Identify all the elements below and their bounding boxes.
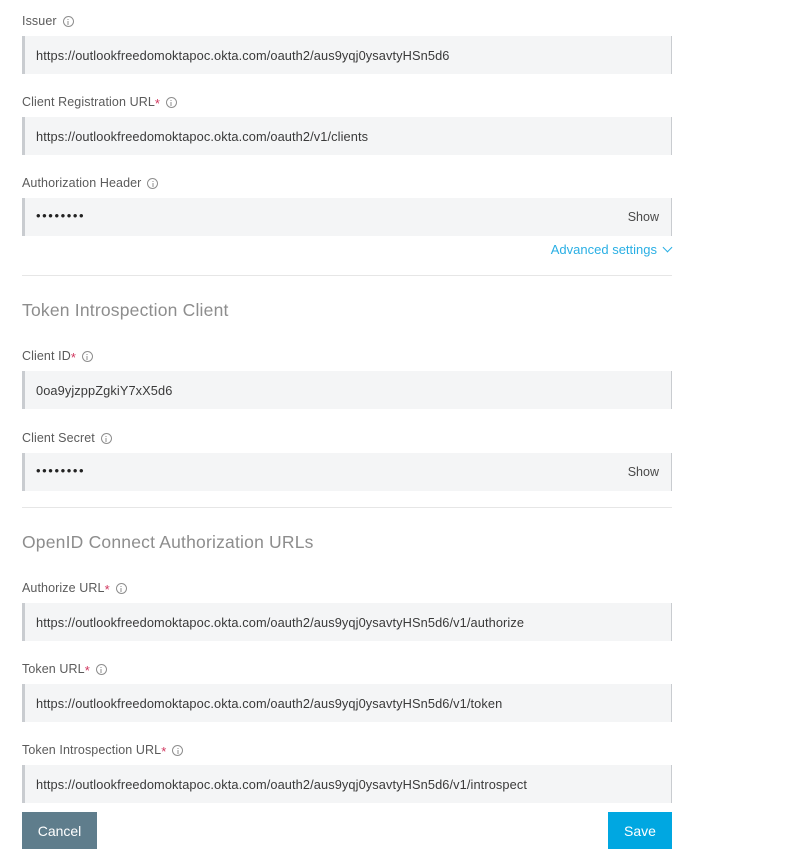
field-label-client-registration-url: Client Registration URL * (22, 95, 672, 110)
client-id-input[interactable]: 0oa9yjzppZgkiY7xX5d6 (22, 371, 672, 409)
info-icon[interactable] (147, 178, 159, 189)
label-text: Token Introspection URL (22, 743, 162, 757)
label-text: Client ID (22, 349, 71, 363)
info-icon[interactable] (172, 745, 184, 756)
client-registration-url-input-value: https://outlookfreedomoktapoc.okta.com/o… (36, 128, 369, 144)
required-asterisk: * (104, 581, 110, 597)
chevron-down-icon (664, 244, 672, 252)
field-label-token-introspection-url: Token Introspection URL * (22, 743, 672, 758)
label-text: Client Registration URL (22, 95, 155, 109)
label-text: Authorize URL (22, 581, 105, 595)
issuer-input[interactable]: https://outlookfreedomoktapoc.okta.com/o… (22, 36, 672, 74)
save-button[interactable]: Save (608, 812, 672, 849)
client-registration-url-input[interactable]: https://outlookfreedomoktapoc.okta.com/o… (22, 117, 672, 155)
required-asterisk: * (70, 349, 76, 365)
required-asterisk: * (84, 662, 90, 678)
section-divider (22, 507, 672, 508)
field-token-introspection-url: Token Introspection URL * https://outloo… (22, 743, 672, 803)
field-authorization-header: Authorization Header •••••••• Show (22, 176, 672, 236)
required-asterisk: * (161, 743, 167, 759)
field-label-issuer: Issuer (22, 14, 672, 29)
required-asterisk: * (154, 95, 160, 111)
advanced-settings-label: Advanced settings (550, 242, 657, 257)
show-client-secret-button[interactable]: Show (628, 465, 659, 479)
cancel-button[interactable]: Cancel (22, 812, 97, 849)
label-text: Client Secret (22, 431, 95, 445)
token-url-input-value: https://outlookfreedomoktapoc.okta.com/o… (36, 695, 503, 711)
label-text: Token URL (22, 662, 85, 676)
info-icon[interactable] (62, 16, 74, 27)
field-issuer: Issuer https://outlookfreedomoktapoc.okt… (22, 14, 672, 74)
field-authorize-url: Authorize URL * https://outlookfreedomok… (22, 581, 672, 641)
label-text: Authorization Header (22, 176, 142, 190)
advanced-settings-row: Advanced settings (22, 242, 672, 257)
client-id-input-value: 0oa9yjzppZgkiY7xX5d6 (36, 382, 173, 398)
authorize-url-input[interactable]: https://outlookfreedomoktapoc.okta.com/o… (22, 603, 672, 641)
info-icon[interactable] (81, 351, 93, 362)
section-heading: Token Introspection Client (22, 300, 229, 320)
label-text: Issuer (22, 14, 57, 28)
authorization-header-masked-value: •••••••• (36, 208, 86, 223)
field-client-id: Client ID * 0oa9yjzppZgkiY7xX5d6 (22, 349, 672, 409)
field-token-url: Token URL * https://outlookfreedomoktapo… (22, 662, 672, 722)
field-label-authorize-url: Authorize URL * (22, 581, 672, 596)
token-introspection-url-input-value: https://outlookfreedomoktapoc.okta.com/o… (36, 776, 528, 792)
client-secret-masked-value: •••••••• (36, 463, 86, 478)
section-divider (22, 275, 672, 276)
info-icon[interactable] (115, 583, 127, 594)
section-heading: OpenID Connect Authorization URLs (22, 532, 314, 552)
issuer-input-value: https://outlookfreedomoktapoc.okta.com/o… (36, 47, 450, 63)
client-secret-input[interactable]: •••••••• Show (22, 453, 672, 491)
info-icon[interactable] (165, 97, 177, 108)
info-icon[interactable] (95, 664, 107, 675)
section-title-openid-connect-authorization-urls: OpenID Connect Authorization URLs (22, 532, 672, 553)
advanced-settings-toggle[interactable]: Advanced settings (551, 242, 672, 257)
token-url-input[interactable]: https://outlookfreedomoktapoc.okta.com/o… (22, 684, 672, 722)
authorization-header-input[interactable]: •••••••• Show (22, 198, 672, 236)
field-client-registration-url: Client Registration URL * https://outloo… (22, 95, 672, 155)
authorize-url-input-value: https://outlookfreedomoktapoc.okta.com/o… (36, 614, 525, 630)
field-label-client-id: Client ID * (22, 349, 672, 364)
field-label-client-secret: Client Secret (22, 431, 672, 446)
show-authorization-header-button[interactable]: Show (628, 210, 659, 224)
field-label-token-url: Token URL * (22, 662, 672, 677)
field-client-secret: Client Secret •••••••• Show (22, 431, 672, 491)
section-title-token-introspection-client: Token Introspection Client (22, 300, 672, 321)
token-introspection-url-input[interactable]: https://outlookfreedomoktapoc.okta.com/o… (22, 765, 672, 803)
field-label-authorization-header: Authorization Header (22, 176, 672, 191)
info-icon[interactable] (100, 433, 112, 444)
okta-identity-provider-form-page: Issuer https://outlookfreedomoktapoc.okt… (0, 0, 797, 849)
